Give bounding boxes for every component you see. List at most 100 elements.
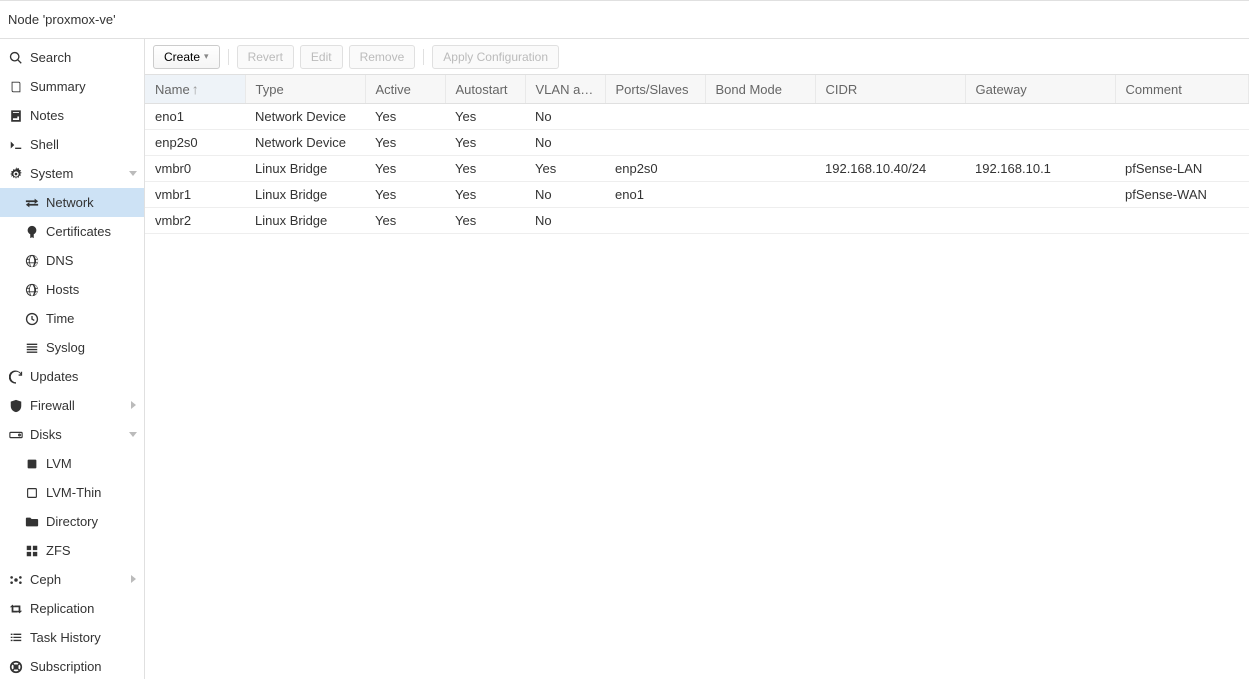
column-header-bond-mode[interactable]: Bond Mode <box>705 75 815 104</box>
cell-ports <box>605 104 705 130</box>
column-header-ports-slaves[interactable]: Ports/Slaves <box>605 75 705 104</box>
cogs-icon <box>8 166 24 182</box>
cell-gateway <box>965 130 1115 156</box>
sidebar-item-label: Syslog <box>46 340 85 355</box>
expand-down-icon <box>128 166 138 181</box>
cell-autostart: Yes <box>445 156 525 182</box>
sidebar-item-replication[interactable]: Replication <box>0 594 144 623</box>
sidebar-item-system[interactable]: System <box>0 159 144 188</box>
cell-type: Network Device <box>245 130 365 156</box>
create-button[interactable]: Create ▾ <box>153 45 220 69</box>
sidebar-item-task-history[interactable]: Task History <box>0 623 144 652</box>
revert-button[interactable]: Revert <box>237 45 294 69</box>
sidebar-item-summary[interactable]: Summary <box>0 72 144 101</box>
sort-asc-icon: ↑ <box>192 81 199 97</box>
cell-bond <box>705 208 815 234</box>
folder-icon <box>24 514 40 530</box>
cell-comment: pfSense-LAN <box>1115 156 1249 182</box>
shield-icon <box>8 398 24 414</box>
cell-bond <box>705 130 815 156</box>
cell-bond <box>705 104 815 130</box>
sidebar-item-label: LVM-Thin <box>46 485 101 500</box>
sidebar-item-label: Task History <box>30 630 101 645</box>
column-header-name[interactable]: Name↑ <box>145 75 245 104</box>
cell-name: enp2s0 <box>145 130 245 156</box>
terminal-icon <box>8 137 24 153</box>
cell-bond <box>705 156 815 182</box>
cell-autostart: Yes <box>445 208 525 234</box>
sidebar: Search Summary NotesShell System NetworkCert… <box>0 39 145 679</box>
sidebar-item-label: Time <box>46 311 74 326</box>
sidebar-item-disks[interactable]: Disks <box>0 420 144 449</box>
cell-type: Linux Bridge <box>245 208 365 234</box>
cell-type: Linux Bridge <box>245 182 365 208</box>
cell-vlan: No <box>525 130 605 156</box>
sidebar-item-firewall[interactable]: Firewall <box>0 391 144 420</box>
toolbar-separator <box>228 49 229 65</box>
tasklist-icon <box>8 630 24 646</box>
column-header-active[interactable]: Active <box>365 75 445 104</box>
cell-name: vmbr1 <box>145 182 245 208</box>
sidebar-item-label: Summary <box>30 79 86 94</box>
toolbar: Create ▾ Revert Edit Remove Apply Config… <box>145 39 1249 75</box>
table-row[interactable]: eno1Network DeviceYesYesNo <box>145 104 1249 130</box>
sidebar-item-updates[interactable]: Updates <box>0 362 144 391</box>
cell-ports: eno1 <box>605 182 705 208</box>
table-row[interactable]: vmbr1Linux BridgeYesYesNoeno1pfSense-WAN <box>145 182 1249 208</box>
sidebar-item-syslog[interactable]: Syslog <box>0 333 144 362</box>
cell-type: Network Device <box>245 104 365 130</box>
table-row[interactable]: enp2s0Network DeviceYesYesNo <box>145 130 1249 156</box>
cell-active: Yes <box>365 208 445 234</box>
apply-config-button[interactable]: Apply Configuration <box>432 45 559 69</box>
sidebar-item-directory[interactable]: Directory <box>0 507 144 536</box>
sidebar-item-dns[interactable]: DNS <box>0 246 144 275</box>
refresh-icon <box>8 369 24 385</box>
cell-autostart: Yes <box>445 130 525 156</box>
cell-ports: enp2s0 <box>605 156 705 182</box>
sidebar-item-ceph[interactable]: Ceph <box>0 565 144 594</box>
sidebar-item-hosts[interactable]: Hosts <box>0 275 144 304</box>
sidebar-item-lvm[interactable]: LVM <box>0 449 144 478</box>
sidebar-item-label: ZFS <box>46 543 71 558</box>
column-header-gateway[interactable]: Gateway <box>965 75 1115 104</box>
cell-cidr: 192.168.10.40/24 <box>815 156 965 182</box>
globe-icon <box>24 253 40 269</box>
edit-button[interactable]: Edit <box>300 45 343 69</box>
sidebar-item-label: System <box>30 166 73 181</box>
cell-active: Yes <box>365 156 445 182</box>
sidebar-item-zfs[interactable]: ZFS <box>0 536 144 565</box>
column-header-comment[interactable]: Comment <box>1115 75 1249 104</box>
sidebar-item-notes[interactable]: Notes <box>0 101 144 130</box>
column-header-autostart[interactable]: Autostart <box>445 75 525 104</box>
sidebar-item-certificates[interactable]: Certificates <box>0 217 144 246</box>
list-icon <box>24 340 40 356</box>
cell-name: eno1 <box>145 104 245 130</box>
expand-down-icon <box>128 427 138 442</box>
revert-button-label: Revert <box>248 50 283 64</box>
cell-cidr <box>815 208 965 234</box>
book-icon <box>8 79 24 95</box>
table-body: eno1Network DeviceYesYesNoenp2s0Network … <box>145 104 1249 234</box>
cell-comment <box>1115 208 1249 234</box>
column-header-cidr[interactable]: CIDR <box>815 75 965 104</box>
exchange-icon <box>24 195 40 211</box>
table-row[interactable]: vmbr2Linux BridgeYesYesNo <box>145 208 1249 234</box>
sidebar-item-subscription[interactable]: Subscription <box>0 652 144 679</box>
sidebar-item-time[interactable]: Time <box>0 304 144 333</box>
cell-active: Yes <box>365 104 445 130</box>
apply-config-button-label: Apply Configuration <box>443 50 548 64</box>
sidebar-item-shell[interactable]: Shell <box>0 130 144 159</box>
cell-autostart: Yes <box>445 104 525 130</box>
sidebar-item-label: Disks <box>30 427 62 442</box>
column-header-type[interactable]: Type <box>245 75 365 104</box>
sidebar-item-label: Search <box>30 50 71 65</box>
column-header-vlan-a-[interactable]: VLAN a… <box>525 75 605 104</box>
table-row[interactable]: vmbr0Linux BridgeYesYesYesenp2s0192.168.… <box>145 156 1249 182</box>
sidebar-item-label: DNS <box>46 253 73 268</box>
search-icon <box>8 50 24 66</box>
sidebar-item-search[interactable]: Search <box>0 43 144 72</box>
toolbar-separator <box>423 49 424 65</box>
remove-button[interactable]: Remove <box>349 45 416 69</box>
sidebar-item-lvm-thin[interactable]: LVM-Thin <box>0 478 144 507</box>
sidebar-item-network[interactable]: Network <box>0 188 144 217</box>
